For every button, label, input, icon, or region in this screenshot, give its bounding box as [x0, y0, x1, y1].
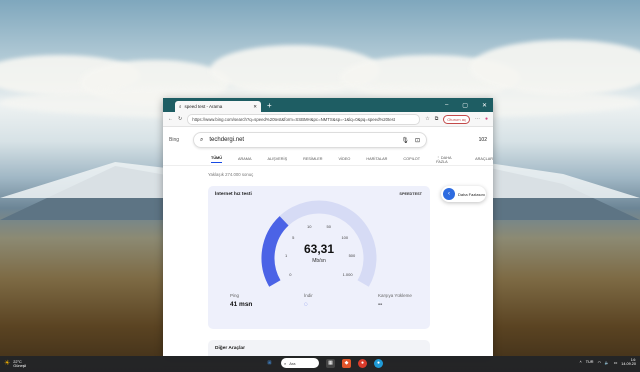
speed-value: 63,31: [304, 242, 334, 256]
minimize-button[interactable]: –: [445, 102, 448, 109]
search-icon: ⌕: [200, 136, 204, 143]
tab-title: speed test - Arama: [184, 104, 223, 109]
nav-tabs: TÜMÜ ARAMA ALIŞVERİŞ RESİMLER VİDEO HARİ…: [163, 153, 493, 166]
clock[interactable]: 14: 14.09.20: [621, 358, 636, 366]
taskbar-apps: ⊞ ⌕ Ara ▦ ◆ ● ●: [265, 358, 383, 368]
speedtest-brand: SPEEDTEST: [399, 192, 422, 196]
gauge-fill: [261, 216, 289, 287]
maximize-button[interactable]: ▢: [462, 102, 468, 109]
gauge-tick-label: 500: [349, 253, 356, 258]
back-icon[interactable]: ←: [168, 116, 173, 122]
taskbar-search-label: Ara: [289, 360, 296, 366]
other-tools-title: Diğer Araçlar: [215, 346, 245, 351]
chevron-up-icon[interactable]: ˄: [580, 360, 582, 364]
other-tools-card: Diğer Araçlar: [208, 340, 430, 356]
menu-icon[interactable]: ⋯: [475, 116, 480, 122]
profile-label: Oturum aç: [447, 116, 466, 122]
download-stat: İndir ◌: [282, 293, 356, 308]
gauge-tick-label: 0: [289, 272, 292, 277]
tab-copilot[interactable]: COPILOT: [403, 157, 420, 161]
mic-icon[interactable]: 🎙: [401, 137, 409, 144]
split-icon[interactable]: ⧉: [435, 116, 439, 122]
tab-bar: ⌕ speed test - Arama ✕ + – ▢ ✕: [163, 98, 493, 112]
search-query: techdergi.net: [209, 137, 245, 143]
close-window-button[interactable]: ✕: [482, 102, 487, 109]
tab-all[interactable]: TÜMÜ: [211, 156, 222, 163]
more-panel-label: Daha Fazlasını: [458, 191, 485, 197]
gauge-tick-label: 50: [327, 224, 332, 229]
upload-stat: Karşıya Yükleme --: [356, 293, 430, 308]
browser-window: ⌕ speed test - Arama ✕ + – ▢ ✕ ← ↻ https…: [163, 98, 493, 356]
battery-icon[interactable]: ▭: [614, 360, 618, 365]
speed-gauge: 0 1 5 10 50 100 500 1.000 63,31 Mb/sn: [261, 200, 377, 287]
loading-spinner-icon: ◌: [304, 301, 308, 308]
gauge-tick-label: 100: [341, 235, 348, 240]
tab-search[interactable]: ARAMA: [238, 157, 252, 161]
tab-video[interactable]: VİDEO: [339, 157, 351, 161]
tab-shopping[interactable]: ALIŞVERİŞ: [267, 157, 287, 161]
upload-value: --: [378, 301, 383, 308]
taskbar: ☀ 22°C Güneşli ⊞ ⌕ Ara ▦ ◆ ● ● ˄ TUR ◠ 🔈…: [0, 356, 640, 372]
chevron-left-icon: ‹: [443, 188, 455, 200]
search-icon: ⌕: [284, 360, 287, 366]
search-input[interactable]: ⌕ techdergi.net 🎙 ⊡: [193, 132, 428, 148]
speedtest-stats: Ping 41 msn İndir ◌ Karşıya Yükleme --: [208, 293, 430, 308]
task-view-icon[interactable]: ▦: [326, 358, 335, 368]
ping-value: 41 msn: [230, 301, 253, 308]
speedtest-card: İnternet hız testi SPEEDTEST 0 1 5 10 50 100 5…: [208, 186, 430, 329]
ping-label: Ping: [230, 293, 240, 298]
chrome-icon[interactable]: ●: [358, 358, 367, 368]
tab-images[interactable]: RESİMLER: [303, 157, 322, 161]
results-count: Yaklaşık 274.000 sonuç: [208, 172, 254, 177]
brave-icon[interactable]: ◆: [342, 358, 351, 368]
visual-search-icon[interactable]: ⊡: [415, 137, 420, 144]
refresh-icon[interactable]: ↻: [178, 116, 182, 122]
address-bar[interactable]: https://www.bing.com/search?q=speed%20te…: [187, 113, 421, 125]
url-text: https://www.bing.com/search?q=speed%20te…: [192, 116, 395, 122]
wifi-icon[interactable]: ◠: [598, 360, 601, 365]
more-panel-button[interactable]: ‹ Daha Fazlasını: [441, 186, 486, 202]
star-icon[interactable]: ☆: [425, 116, 429, 122]
windows-start-icon[interactable]: ⊞: [265, 359, 274, 368]
gauge-tick-label: 5: [292, 235, 295, 240]
tab-maps[interactable]: HARİTALAR: [366, 157, 387, 161]
bing-header: Bing ⌕ techdergi.net 🎙 ⊡ 102: [163, 127, 493, 153]
sun-icon: ☀: [4, 359, 11, 367]
copilot-icon[interactable]: ●: [485, 116, 488, 122]
speedtest-title: İnternet hız testi: [215, 192, 252, 197]
gauge-tick-label: 10: [307, 224, 312, 229]
weather-desc: Güneşli: [13, 364, 27, 368]
search-icon: ⌕: [179, 104, 182, 109]
browser-tab[interactable]: ⌕ speed test - Arama ✕: [175, 101, 261, 112]
speed-unit: Mb/sn: [312, 258, 326, 264]
gauge-tick-label: 1: [285, 253, 288, 258]
taskbar-search[interactable]: ⌕ Ara: [281, 358, 319, 368]
download-label: İndir: [304, 293, 313, 298]
address-bar-row: ← ↻ https://www.bing.com/search?q=speed%…: [163, 112, 493, 127]
tab-tools[interactable]: ARAÇLAR: [475, 157, 493, 161]
close-icon[interactable]: ✕: [253, 104, 257, 110]
system-tray: ˄ TUR ◠ 🔈 ▭ 14: 14.09.20: [580, 358, 636, 366]
ping-stat: Ping 41 msn: [208, 293, 282, 308]
bing-logo[interactable]: Bing: [169, 137, 179, 143]
gauge-tick-label: 1.000: [343, 272, 354, 277]
tab-more[interactable]: ⋮ DAHA FAZLA: [436, 155, 459, 164]
language-indicator[interactable]: TUR: [586, 360, 594, 364]
volume-icon[interactable]: 🔈: [605, 360, 610, 365]
profile-button[interactable]: Oturum aç: [443, 114, 470, 124]
new-tab-button[interactable]: +: [267, 101, 272, 110]
edge-icon[interactable]: ●: [374, 358, 383, 368]
clock-date: 14.09.20: [621, 362, 636, 367]
rewards-count[interactable]: 102: [479, 137, 487, 143]
upload-label: Karşıya Yükleme: [378, 293, 412, 298]
weather-widget[interactable]: ☀ 22°C Güneşli: [4, 360, 26, 368]
